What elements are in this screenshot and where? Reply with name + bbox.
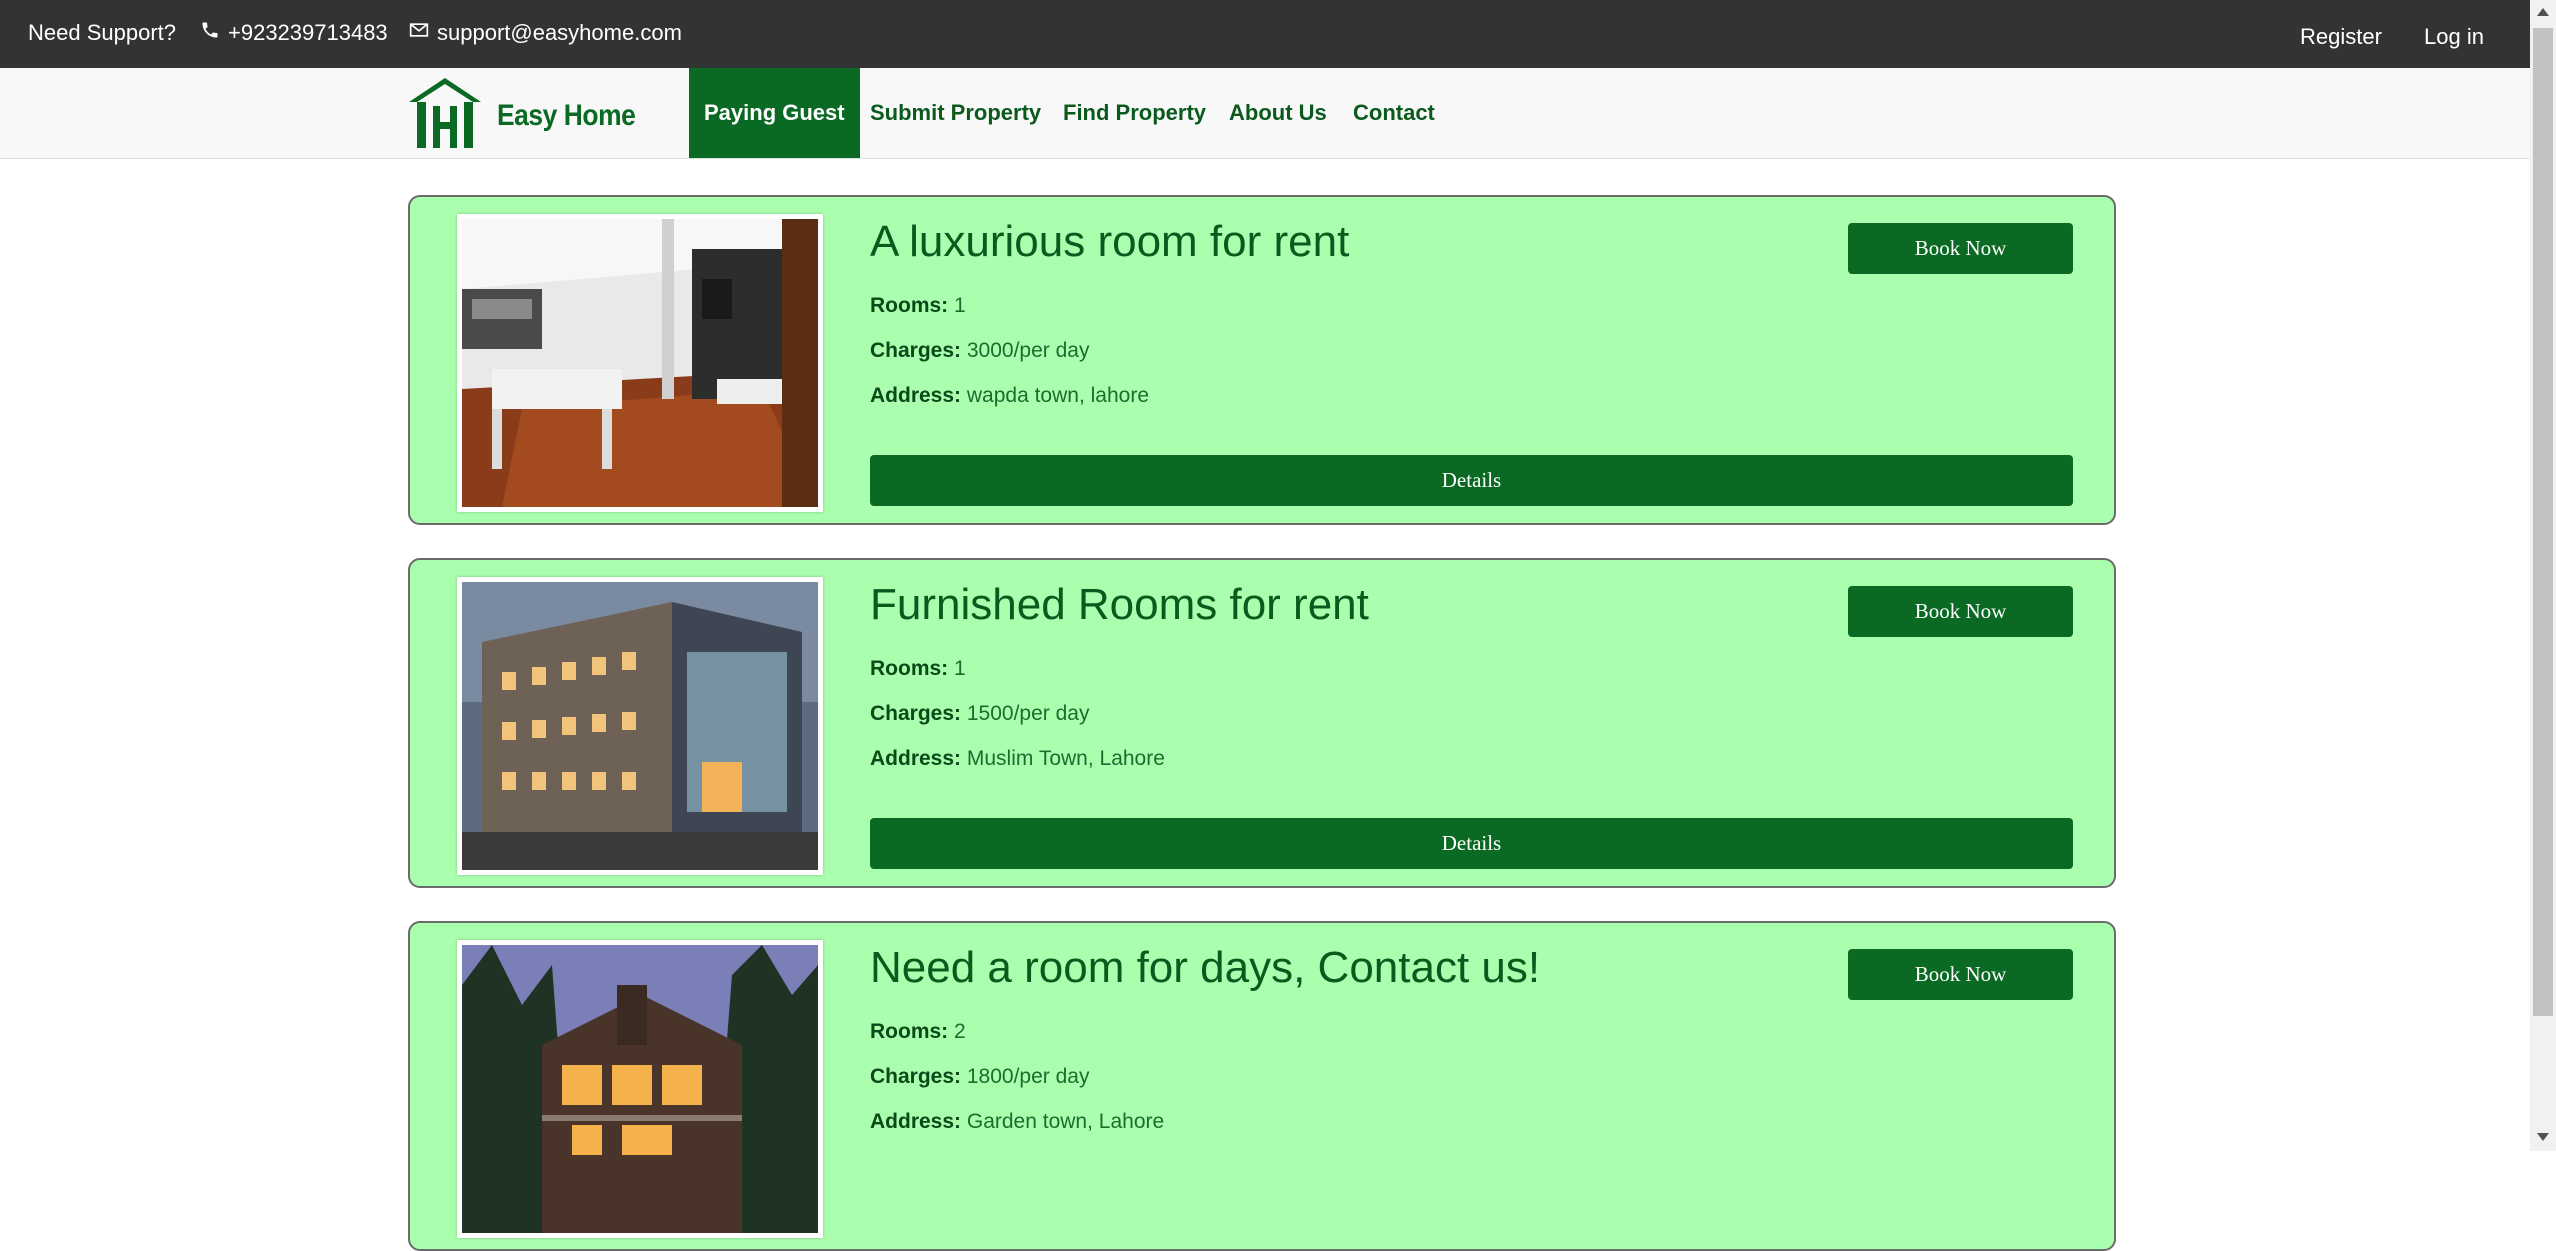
phone-icon — [200, 20, 220, 46]
listing-title: A luxurious room for rent — [870, 217, 1350, 266]
login-link[interactable]: Log in — [2424, 24, 2484, 50]
listing-address: Address: wapda town, lahore — [870, 384, 1149, 407]
listing-photo[interactable] — [457, 577, 823, 875]
nav-about-us[interactable]: About Us — [1214, 68, 1342, 158]
book-now-button[interactable]: Book Now — [1848, 586, 2073, 637]
listing-photo[interactable] — [457, 214, 823, 512]
listing-card: A luxurious room for rent Rooms: 1 Charg… — [408, 195, 2116, 525]
listing-address: Address: Garden town, Lahore — [870, 1110, 1165, 1133]
details-button[interactable]: Details — [870, 455, 2073, 506]
listing-rooms: Rooms: 1 — [870, 657, 966, 680]
listing-rooms: Rooms: 1 — [870, 294, 966, 317]
listing-address: Address: Muslim Town, Lahore — [870, 747, 1165, 770]
main-navbar: Easy Home Paying Guest Submit Property F… — [0, 68, 2530, 159]
listing-charges: Charges: 1800/per day — [870, 1065, 1090, 1088]
book-now-button[interactable]: Book Now — [1848, 949, 2073, 1000]
house-logo-icon — [407, 76, 483, 155]
scroll-up-arrow-icon[interactable] — [2537, 8, 2549, 16]
phone-contact[interactable]: +923239713483 — [200, 20, 388, 46]
listing-charges: Charges: 1500/per day — [870, 702, 1090, 725]
nav-paying-guest[interactable]: Paying Guest — [689, 68, 860, 158]
envelope-icon — [409, 20, 429, 46]
nav-submit-property[interactable]: Submit Property — [855, 68, 1056, 158]
listing-title: Furnished Rooms for rent — [870, 580, 1369, 629]
book-now-button[interactable]: Book Now — [1848, 223, 2073, 274]
scroll-down-arrow-icon[interactable] — [2537, 1133, 2549, 1141]
nav-find-property[interactable]: Find Property — [1048, 68, 1221, 158]
top-bar: Need Support? +923239713483 support@easy… — [0, 0, 2530, 68]
support-label: Need Support? — [28, 20, 176, 45]
listing-rooms: Rooms: 2 — [870, 1020, 966, 1043]
nav-contact[interactable]: Contact — [1338, 68, 1450, 158]
listing-charges: Charges: 3000/per day — [870, 339, 1090, 362]
brand-logo[interactable]: Easy Home — [407, 76, 654, 155]
listing-card: Need a room for days, Contact us! Rooms:… — [408, 921, 2116, 1251]
listing-photo[interactable] — [457, 940, 823, 1238]
email-contact[interactable]: support@easyhome.com — [409, 20, 682, 46]
scroll-thumb[interactable] — [2533, 28, 2553, 1016]
details-button[interactable]: Details — [870, 818, 2073, 869]
listing-card: Furnished Rooms for rent Rooms: 1 Charge… — [408, 558, 2116, 888]
page-scrollbar[interactable] — [2530, 0, 2556, 1151]
register-link[interactable]: Register — [2300, 24, 2382, 50]
listing-title: Need a room for days, Contact us! — [870, 943, 1541, 992]
